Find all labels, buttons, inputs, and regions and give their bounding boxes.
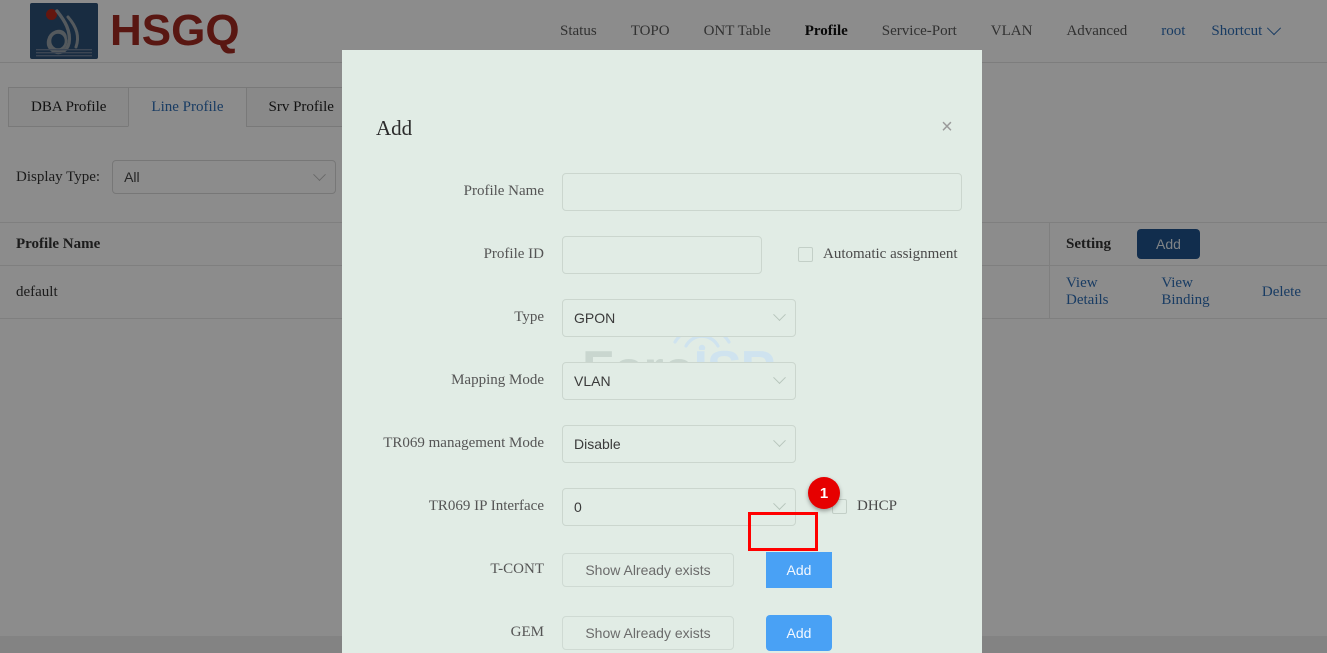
field-row-mapping-mode: Mapping Mode VLAN [342,349,982,412]
type-select[interactable]: GPON [562,298,796,337]
automatic-assignment-checkbox[interactable]: Automatic assignment [798,246,958,263]
mapping-mode-value: VLAN [574,372,611,389]
type-value: GPON [574,309,616,326]
gem-add-button[interactable]: Add [766,614,832,651]
automatic-assignment-label: Automatic assignment [823,246,958,262]
label-gem: GEM [510,624,544,640]
field-row-profile-id: Profile ID Automatic assignment [342,223,982,286]
label-profile-id: Profile ID [483,246,544,262]
label-tr069-ip-interface: TR069 IP Interface [428,498,544,514]
label-tr069-management-mode: TR069 management Mode [383,435,544,451]
chevron-down-icon [773,434,786,448]
close-icon[interactable]: × [934,114,960,140]
mapping-mode-select[interactable]: VLAN [562,361,796,400]
annotation-step-badge: 1 [808,477,840,509]
chevron-down-icon [773,371,786,385]
label-type: Type [514,309,544,325]
field-row-tr069-ip-interface: TR069 IP Interface 0 DHCP [342,475,982,538]
field-row-gem: GEM Show Already exists Add [342,601,982,653]
dialog-form: Profile Name Profile ID Automatic assign… [342,160,982,653]
field-row-type: Type GPON [342,286,982,349]
dialog-title: Add [376,116,413,140]
dhcp-label: DHCP [857,498,898,514]
tr069-management-mode-select[interactable]: Disable [562,424,796,463]
profile-name-input[interactable] [562,172,962,211]
gem-show-existing-button[interactable]: Show Already exists [562,615,734,650]
label-tcont: T-CONT [490,561,544,577]
chevron-down-icon [773,308,786,322]
tr069-ip-interface-value: 0 [574,498,582,515]
tr069-management-mode-value: Disable [574,435,621,452]
tcont-show-existing-button[interactable]: Show Already exists [562,552,734,587]
add-line-profile-dialog: Add × ForoISP Profile Name Profile ID Au… [342,50,982,653]
profile-id-input[interactable] [562,235,762,274]
chevron-down-icon [773,497,786,511]
tr069-ip-interface-select[interactable]: 0 [562,487,796,526]
field-row-tcont: T-CONT Show Already exists Add [342,538,982,601]
field-row-tr069-management-mode: TR069 management Mode Disable [342,412,982,475]
dhcp-checkbox[interactable]: DHCP [832,498,897,515]
label-mapping-mode: Mapping Mode [451,372,544,388]
checkbox-box-icon [798,247,813,262]
label-profile-name: Profile Name [463,183,544,199]
field-row-profile-name: Profile Name [342,160,982,223]
tcont-add-button[interactable]: Add [766,551,832,588]
